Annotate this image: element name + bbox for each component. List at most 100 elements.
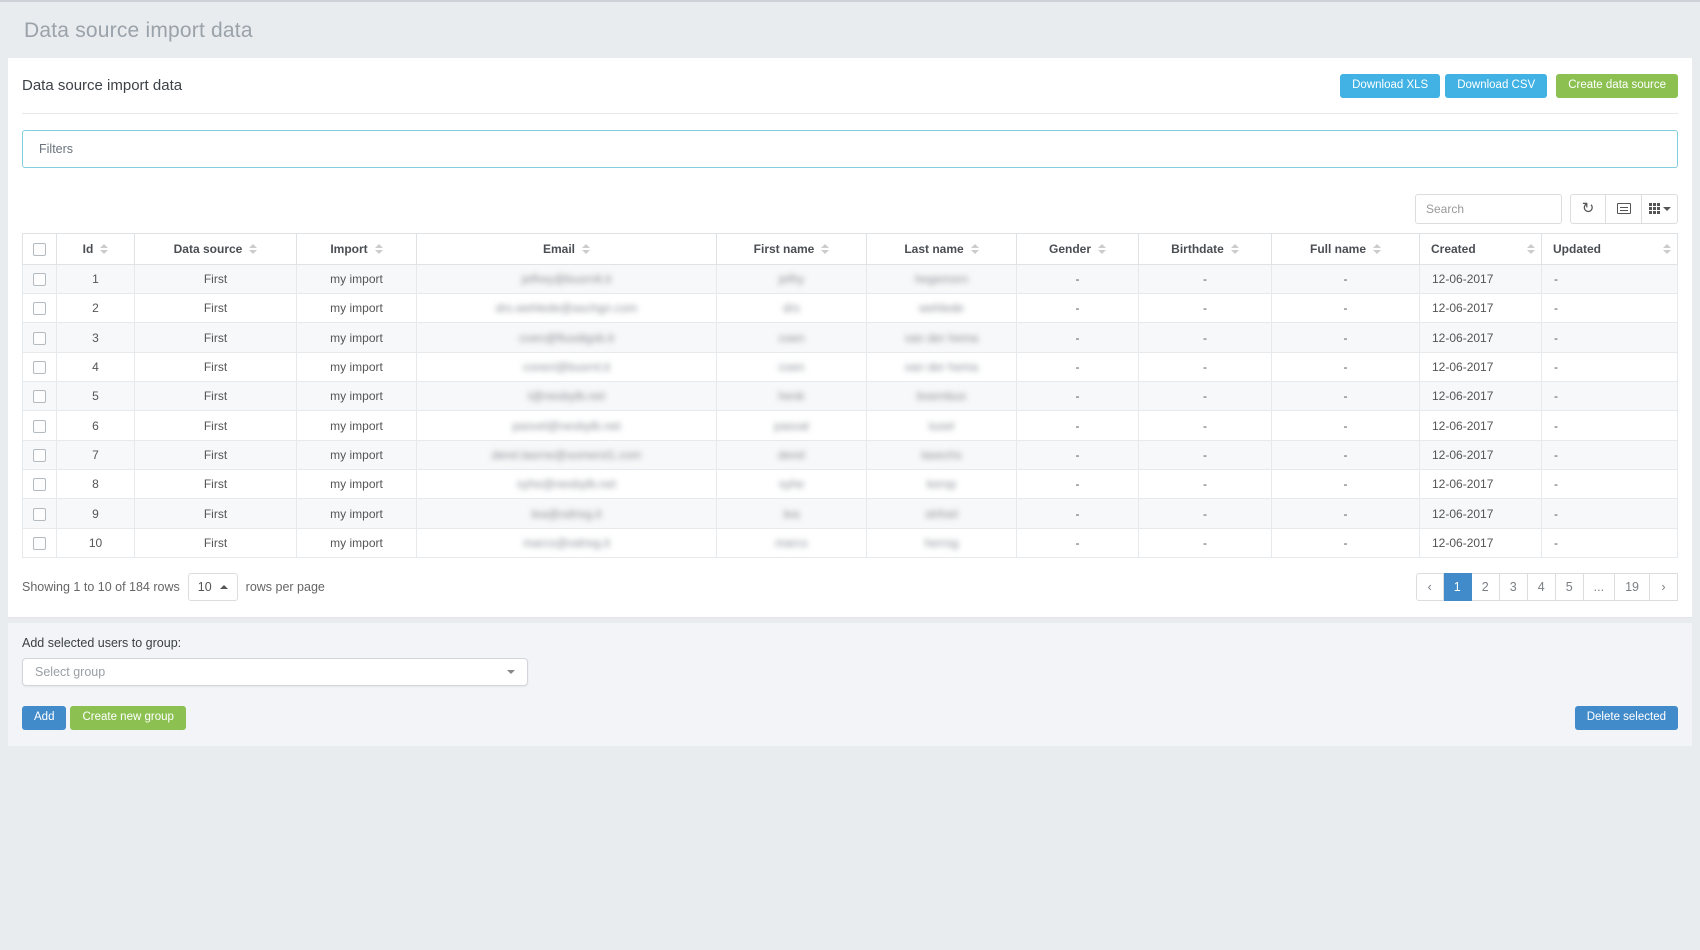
created-cell: 12-06-2017 (1420, 470, 1542, 499)
group-select[interactable]: Select group (22, 658, 528, 686)
full-name-cell: - (1272, 323, 1420, 352)
sort-icon[interactable] (249, 244, 257, 254)
row-checkbox[interactable] (33, 508, 46, 521)
sort-icon[interactable] (1231, 244, 1239, 254)
id-cell: 3 (57, 323, 135, 352)
filters-panel[interactable]: Filters (22, 130, 1678, 168)
gender-cell: - (1017, 382, 1139, 411)
sort-icon[interactable] (1098, 244, 1106, 254)
column-header-data-source[interactable]: Data source (135, 233, 297, 264)
chevron-down-icon (507, 670, 515, 674)
last-name-cell: tusel (867, 411, 1017, 440)
sort-icon[interactable] (1373, 244, 1381, 254)
column-header-gender[interactable]: Gender (1017, 233, 1139, 264)
id-cell: 1 (57, 264, 135, 293)
download-csv-button[interactable]: Download CSV (1445, 74, 1547, 98)
toggle-view-button[interactable] (1606, 194, 1642, 224)
page-item: 2 (1472, 573, 1500, 601)
row-checkbox[interactable] (33, 332, 46, 345)
delete-selected-button[interactable]: Delete selected (1575, 706, 1678, 730)
rows-per-page-label: rows per page (246, 580, 325, 594)
create-data-source-button[interactable]: Create data source (1556, 74, 1678, 98)
sort-icon[interactable] (1663, 244, 1671, 254)
birthdate-cell: - (1139, 411, 1272, 440)
email-cell: drs.wehlede@aschgn.com (417, 294, 717, 323)
create-new-group-button[interactable]: Create new group (70, 706, 185, 730)
row-select-cell (23, 382, 57, 411)
sort-icon[interactable] (1527, 244, 1535, 254)
created-cell: 12-06-2017 (1420, 411, 1542, 440)
row-checkbox[interactable] (33, 273, 46, 286)
first-name-cell: marcs (717, 528, 867, 557)
page-button[interactable]: 2 (1472, 573, 1500, 601)
row-select-cell (23, 411, 57, 440)
page-button[interactable]: ‹ (1416, 573, 1444, 601)
column-header-full-name[interactable]: Full name (1272, 233, 1420, 264)
sort-icon[interactable] (375, 244, 383, 254)
table-row: 6 First my import pasvel@nesbylb.net pas… (23, 411, 1678, 440)
columns-button[interactable] (1642, 194, 1678, 224)
column-header-updated[interactable]: Updated (1542, 233, 1678, 264)
birthdate-cell: - (1139, 470, 1272, 499)
full-name-cell: - (1272, 411, 1420, 440)
first-name-cell: syhe (717, 470, 867, 499)
page-button[interactable]: › (1650, 573, 1678, 601)
last-name-cell: van der hema (867, 323, 1017, 352)
page-item: ‹ (1416, 573, 1444, 601)
table-row: 8 First my import syhe@nesbylb.net syhe … (23, 470, 1678, 499)
column-header-import[interactable]: Import (297, 233, 417, 264)
row-checkbox[interactable] (33, 302, 46, 315)
row-select-cell (23, 440, 57, 469)
page-button[interactable]: 4 (1528, 573, 1556, 601)
page-button[interactable]: 1 (1444, 573, 1472, 601)
row-checkbox[interactable] (33, 361, 46, 374)
full-name-cell: - (1272, 382, 1420, 411)
page-title: Data source import data (24, 19, 1676, 43)
column-header-last-name[interactable]: Last name (867, 233, 1017, 264)
column-header-id[interactable]: Id (57, 233, 135, 264)
column-label: First name (754, 242, 815, 256)
sort-icon[interactable] (100, 244, 108, 254)
download-xls-button[interactable]: Download XLS (1340, 74, 1440, 98)
email-cell: syhe@nesbylb.net (417, 470, 717, 499)
page-button[interactable]: 5 (1556, 573, 1584, 601)
select-all-checkbox[interactable] (33, 243, 46, 256)
sort-icon[interactable] (821, 244, 829, 254)
first-name-cell: henk (717, 382, 867, 411)
id-cell: 2 (57, 294, 135, 323)
page-button[interactable]: 3 (1500, 573, 1528, 601)
column-header-first-name[interactable]: First name (717, 233, 867, 264)
sort-icon[interactable] (582, 244, 590, 254)
column-label: Updated (1553, 242, 1601, 256)
first-name-cell: coen (717, 323, 867, 352)
column-header-email[interactable]: Email (417, 233, 717, 264)
row-checkbox[interactable] (33, 390, 46, 403)
first-name-cell: derel (717, 440, 867, 469)
column-header-created[interactable]: Created (1420, 233, 1542, 264)
row-checkbox[interactable] (33, 420, 46, 433)
columns-icon (1649, 203, 1660, 214)
column-header-birthdate[interactable]: Birthdate (1139, 233, 1272, 264)
created-cell: 12-06-2017 (1420, 352, 1542, 381)
page-size-dropdown[interactable]: 10 (188, 573, 238, 601)
row-checkbox[interactable] (33, 478, 46, 491)
add-button[interactable]: Add (22, 706, 66, 730)
row-select-cell (23, 528, 57, 557)
import-cell: my import (297, 352, 417, 381)
full-name-cell: - (1272, 440, 1420, 469)
created-cell: 12-06-2017 (1420, 323, 1542, 352)
page-button[interactable]: ... (1584, 573, 1615, 601)
search-input[interactable] (1415, 194, 1562, 224)
data-source-cell: First (135, 352, 297, 381)
row-select-cell (23, 499, 57, 528)
pagination-bar: Showing 1 to 10 of 184 rows 10 rows per … (22, 573, 1678, 601)
row-checkbox[interactable] (33, 449, 46, 462)
updated-cell: - (1542, 352, 1678, 381)
table-row: 3 First my import coen@fluxdigsb.it coen… (23, 323, 1678, 352)
row-checkbox[interactable] (33, 537, 46, 550)
sort-icon[interactable] (971, 244, 979, 254)
refresh-button[interactable]: ↻ (1570, 194, 1606, 224)
email-cell: lea@odrixg.it (417, 499, 717, 528)
created-cell: 12-06-2017 (1420, 528, 1542, 557)
page-button[interactable]: 19 (1615, 573, 1650, 601)
